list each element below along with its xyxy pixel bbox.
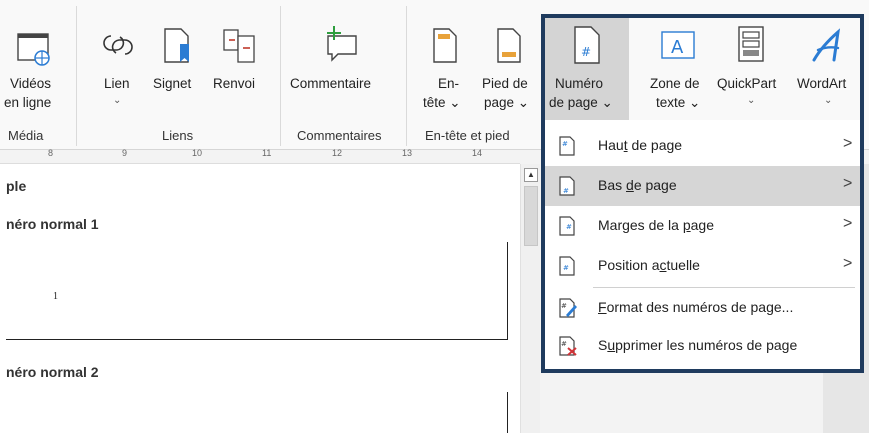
group-links-label: Liens	[162, 128, 194, 143]
link-label: Lien	[104, 76, 130, 91]
online-videos-button[interactable]: Vidéos en ligne	[0, 22, 70, 122]
group-media-label: Média	[8, 128, 44, 143]
group-header-footer-label: En-tête et pied	[425, 128, 510, 143]
group-comments-label: Commentaires	[297, 128, 382, 143]
document-heading: ple	[6, 178, 27, 194]
bookmark-icon	[164, 28, 189, 63]
comment-button[interactable]: Commentaire	[286, 22, 396, 122]
document-section-1: néro normal 1	[6, 216, 99, 232]
comment-label: Commentaire	[290, 76, 372, 91]
header-label-1: En-	[438, 76, 460, 91]
scrollbar-thumb[interactable]	[524, 186, 538, 246]
cross-reference-button[interactable]: Renvoi	[209, 22, 267, 122]
bookmark-label: Signet	[153, 76, 192, 91]
group-separator	[406, 6, 407, 146]
ruler-tick: 11	[262, 148, 272, 158]
link-icon	[103, 35, 133, 55]
ruler-tick: 10	[192, 148, 203, 158]
link-button[interactable]: Lien ⌄	[94, 22, 142, 122]
bookmark-button[interactable]: Signet	[148, 22, 206, 122]
footer-icon	[497, 28, 521, 63]
online-video-icon	[17, 33, 50, 66]
group-separator	[280, 6, 281, 146]
ruler-tick: 9	[122, 148, 128, 158]
footer-button[interactable]: Pied de page ⌄	[478, 22, 540, 122]
document-section-2: néro normal 2	[6, 364, 99, 380]
ruler-tick: 13	[402, 148, 413, 158]
online-videos-label-1: Vidéos	[10, 76, 52, 91]
header-icon	[433, 28, 457, 63]
scroll-up-arrow-icon[interactable]: ▲	[524, 168, 538, 182]
cross-reference-icon	[223, 29, 255, 63]
group-separator	[76, 6, 77, 146]
ruler-tick: 8	[48, 148, 54, 158]
link-chevron-icon: ⌄	[113, 95, 122, 106]
footer-box-2	[507, 392, 508, 433]
document-page[interactable]: ple néro normal 1 1 néro normal 2	[0, 164, 520, 433]
horizontal-ruler: 8 9 10 11 12 13 14	[0, 148, 520, 164]
ruler-tick: 14	[472, 148, 483, 158]
page-number-value: 1	[53, 291, 58, 302]
vertical-scrollbar[interactable]: ▲	[520, 164, 540, 433]
footer-label-2: page ⌄	[484, 95, 530, 110]
cross-reference-label: Renvoi	[213, 76, 256, 91]
online-videos-label-2: en ligne	[4, 95, 52, 110]
highlight-frame	[541, 14, 864, 373]
footer-box-1	[6, 242, 508, 340]
comment-icon	[327, 26, 357, 62]
footer-label-1: Pied de	[482, 76, 528, 91]
ruler-tick: 12	[332, 148, 343, 158]
header-label-2: tête ⌄	[423, 95, 461, 110]
header-button[interactable]: En- tête ⌄	[418, 22, 472, 122]
